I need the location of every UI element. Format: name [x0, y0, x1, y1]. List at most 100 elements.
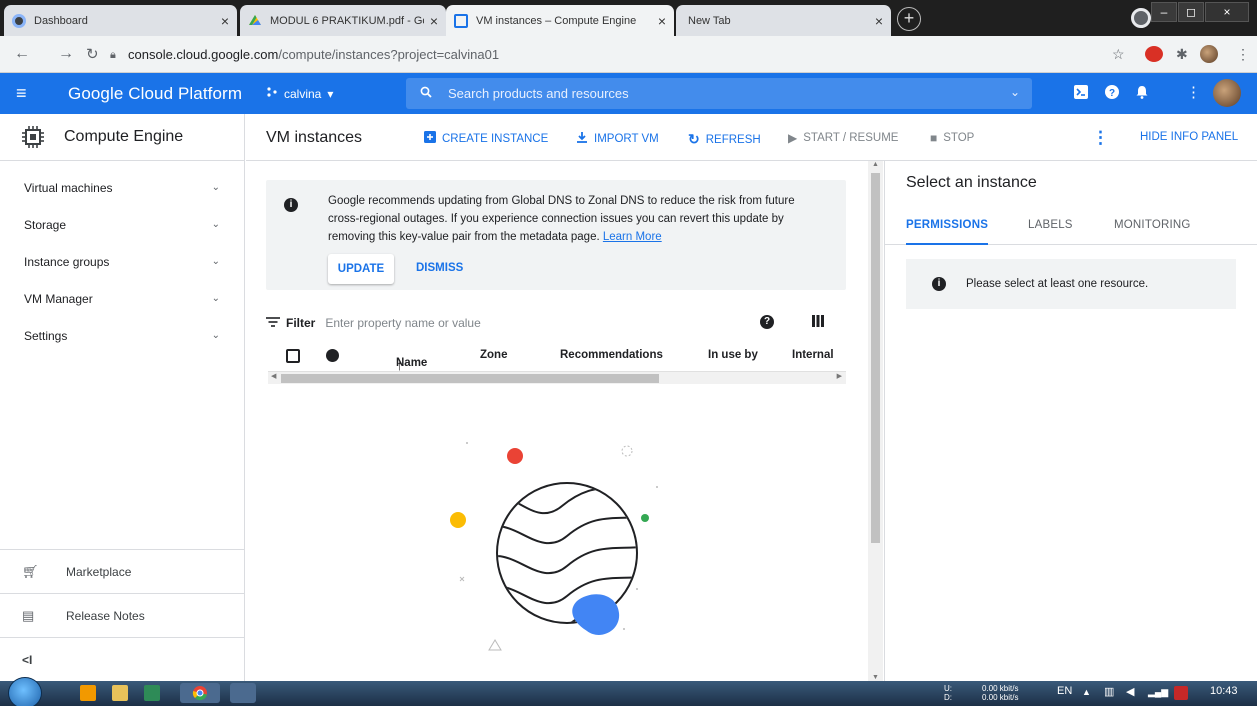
help-icon[interactable]: ? — [1105, 85, 1119, 102]
new-tab-button[interactable]: + — [897, 7, 921, 31]
dismiss-button[interactable]: DISMISS — [416, 262, 463, 274]
learn-more-link[interactable]: Learn More — [603, 231, 662, 243]
forward-arrow-icon[interactable]: → — [58, 45, 74, 63]
project-selector[interactable]: calvina ▾ — [266, 86, 333, 101]
extensions-puzzle-icon[interactable]: ✱ — [1176, 46, 1188, 63]
tab-monitoring[interactable]: MONITORING — [1114, 219, 1191, 231]
scroll-left-arrow-icon[interactable]: ◀ — [271, 372, 276, 380]
sidebar-item-instance-groups[interactable]: Instance groups ⌄ — [0, 243, 244, 280]
chevron-down-icon: ⌄ — [211, 219, 220, 230]
sidebar-item-release-notes[interactable]: ▤ Release Notes — [0, 593, 244, 637]
search-bar[interactable]: Search products and resources ⌄ — [406, 78, 1032, 109]
vertical-scrollbar[interactable]: ▲ ▼ — [868, 161, 883, 681]
sidebar-item-storage[interactable]: Storage ⌄ — [0, 206, 244, 243]
scrollbar-thumb[interactable] — [871, 173, 880, 543]
bookmark-star-icon[interactable]: ☆ — [1112, 46, 1125, 63]
filter-icon — [266, 315, 280, 331]
sidebar-item-virtual-machines[interactable]: Virtual machines ⌄ — [0, 169, 244, 206]
close-tab-icon[interactable]: × — [221, 13, 229, 29]
update-button[interactable]: UPDATE — [328, 254, 394, 284]
compute-engine-chip-icon — [22, 126, 44, 148]
profile-avatar-icon[interactable] — [1200, 45, 1218, 63]
brand-title[interactable]: Google Cloud Platform — [68, 84, 242, 104]
media-player-icon[interactable] — [80, 685, 96, 701]
clock[interactable]: 10:43 — [1210, 685, 1238, 697]
hamburger-menu-icon[interactable]: ≡ — [16, 83, 27, 104]
more-actions-icon[interactable]: ⋮ — [1092, 128, 1109, 148]
back-arrow-icon[interactable]: ← — [14, 45, 30, 63]
network-device-icon[interactable]: ▥ — [1104, 685, 1114, 698]
table-header: Name ↑ Zone Recommendations In use by In… — [266, 341, 846, 373]
url-path: /compute/instances?project=calvina01 — [278, 47, 500, 62]
empty-state-illustration — [450, 442, 658, 651]
url-omnibox[interactable]: 🔒︎ console.cloud.google.com/compute/inst… — [110, 41, 1090, 68]
stop-icon: ■ — [930, 131, 938, 145]
tab-dashboard[interactable]: Dashboard × — [4, 5, 237, 36]
close-tab-icon[interactable]: × — [875, 13, 883, 29]
chrome-profile-icon[interactable] — [1131, 8, 1151, 28]
adblock-extension-icon[interactable] — [1145, 46, 1163, 62]
horizontal-scrollbar[interactable]: ◀ ▶ — [268, 371, 846, 384]
signal-bars-icon[interactable]: ▂▄▆ — [1148, 687, 1168, 698]
banner-message: Google recommends updating from Global D… — [328, 192, 828, 246]
sidebar-collapse-button[interactable]: <I — [0, 637, 244, 681]
windows-start-button[interactable] — [8, 677, 42, 706]
tray-expand-icon[interactable]: ▲ — [1082, 687, 1091, 697]
search-input[interactable]: Search products and resources — [448, 86, 629, 101]
app-taskbar-button[interactable] — [230, 683, 256, 703]
import-vm-button[interactable]: IMPORT VM — [576, 131, 659, 146]
cloud-shell-icon[interactable] — [1074, 85, 1088, 102]
tab-new-tab[interactable]: New Tab × — [676, 5, 891, 36]
tab-pdf[interactable]: MODUL 6 PRAKTIKUM.pdf - Goo × — [240, 5, 446, 36]
column-recommendations[interactable]: Recommendations — [560, 349, 663, 361]
column-zone[interactable]: Zone — [480, 349, 507, 361]
add-box-icon — [424, 131, 436, 146]
column-display-options-icon[interactable] — [812, 314, 824, 330]
main-content: i Google recommends updating from Global… — [246, 161, 868, 681]
chrome-menu-icon[interactable]: ⋮ — [1236, 46, 1250, 63]
file-explorer-icon[interactable] — [112, 685, 128, 701]
button-label: REFRESH — [705, 133, 761, 146]
tab-permissions[interactable]: PERMISSIONS — [906, 219, 989, 245]
select-all-checkbox[interactable] — [286, 349, 300, 363]
close-tab-icon[interactable]: × — [430, 13, 438, 29]
column-in-use-by[interactable]: In use by — [708, 349, 758, 361]
hide-info-panel-button[interactable]: HIDE INFO PANEL — [1140, 131, 1238, 143]
gcp-header: ≡ Google Cloud Platform calvina ▾ Search… — [0, 73, 1257, 114]
scroll-up-arrow-icon[interactable]: ▲ — [872, 161, 879, 168]
close-tab-icon[interactable]: × — [658, 13, 666, 29]
column-internal[interactable]: Internal — [792, 349, 834, 361]
stop-button[interactable]: ■ STOP — [930, 131, 974, 145]
language-indicator[interactable]: EN — [1057, 685, 1072, 697]
reload-icon[interactable]: ↻ — [86, 45, 99, 63]
maximize-button[interactable]: ◻ — [1178, 2, 1204, 22]
help-icon[interactable]: ? — [760, 315, 774, 329]
excel-icon[interactable] — [144, 685, 160, 701]
sidebar-item-vm-manager[interactable]: VM Manager ⌄ — [0, 280, 244, 317]
close-window-button[interactable]: × — [1205, 2, 1249, 22]
account-avatar[interactable] — [1213, 79, 1241, 107]
scroll-down-arrow-icon[interactable]: ▼ — [872, 674, 879, 681]
tab-vm-instances[interactable]: VM instances – Compute Engine × — [446, 5, 674, 36]
filter-input[interactable]: Enter property name or value — [325, 316, 480, 330]
dashboard-favicon-icon — [12, 13, 26, 28]
volume-icon[interactable]: ◀︎ — [1126, 685, 1134, 698]
chrome-taskbar-button[interactable] — [180, 683, 220, 703]
notifications-bell-icon[interactable] — [1135, 85, 1149, 102]
sidebar-item-label: Marketplace — [66, 564, 132, 579]
lock-icon: 🔒︎ — [110, 48, 116, 61]
scroll-right-arrow-icon[interactable]: ▶ — [837, 372, 842, 380]
project-name: calvina — [284, 86, 322, 101]
tab-labels[interactable]: LABELS — [1028, 219, 1073, 231]
start-resume-button[interactable]: ▶ START / RESUME — [788, 131, 898, 145]
sidebar-item-settings[interactable]: Settings ⌄ — [0, 317, 244, 354]
sidebar-item-marketplace[interactable]: 🛒︎ Marketplace — [0, 549, 244, 593]
windows-taskbar: U: D: 0.00 kbit/s 0.00 kbit/s EN ▲ ▥ ◀︎ … — [0, 677, 1257, 706]
search-expand-chevron-icon[interactable]: ⌄ — [1010, 85, 1020, 99]
refresh-button[interactable]: ↻ REFRESH — [688, 131, 761, 148]
minimize-button[interactable]: – — [1151, 2, 1177, 22]
more-options-icon[interactable]: ⋮ — [1186, 83, 1201, 101]
create-instance-button[interactable]: CREATE INSTANCE — [424, 131, 548, 146]
action-center-flag-icon[interactable] — [1174, 686, 1188, 700]
scrollbar-thumb[interactable] — [281, 374, 659, 383]
